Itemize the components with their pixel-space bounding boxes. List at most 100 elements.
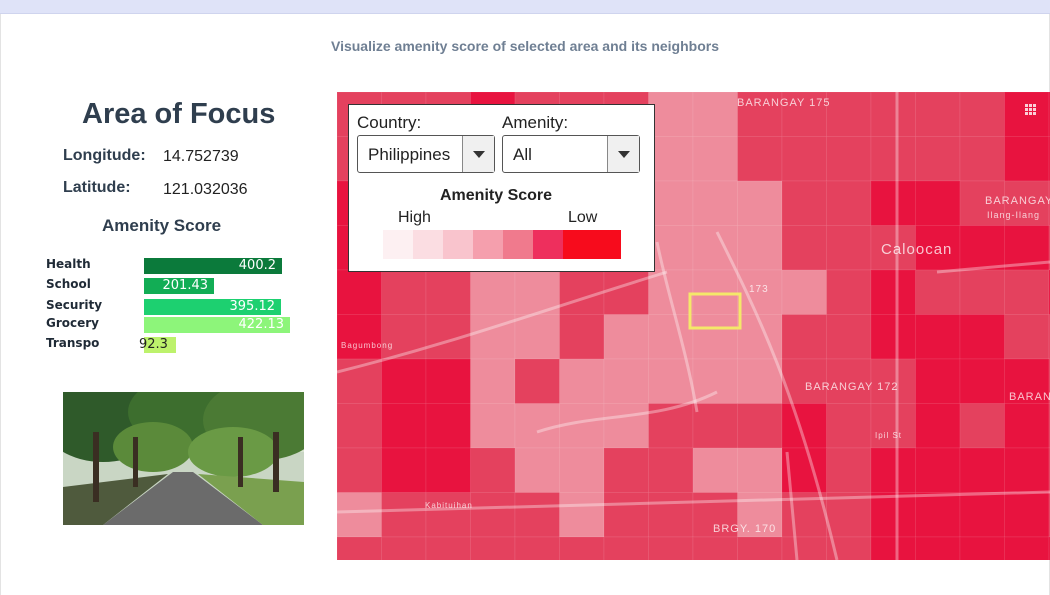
map-grid-cell[interactable] — [470, 358, 516, 404]
amenity-select[interactable]: All — [502, 135, 640, 173]
map-grid-cell[interactable] — [737, 136, 783, 182]
map-grid-cell[interactable] — [514, 403, 560, 449]
map-grid-cell[interactable] — [870, 447, 916, 493]
map-grid-cell[interactable] — [470, 492, 516, 538]
map-grid-cell[interactable] — [737, 536, 783, 560]
map-grid-cell[interactable] — [959, 492, 1005, 538]
map-grid-cell[interactable] — [559, 492, 605, 538]
map-grid-cell[interactable] — [870, 269, 916, 315]
map-grid-cell[interactable] — [470, 269, 516, 315]
map-grid-cell[interactable] — [737, 447, 783, 493]
map-grid-cell[interactable] — [648, 447, 694, 493]
map-grid-cell[interactable] — [826, 136, 872, 182]
map-grid-cell[interactable] — [870, 403, 916, 449]
map-grid-cell[interactable] — [915, 180, 961, 226]
map-grid-cell[interactable] — [603, 536, 649, 560]
map-grid-cell[interactable] — [470, 536, 516, 560]
map-grid-cell[interactable] — [514, 492, 560, 538]
map-grid-cell[interactable] — [781, 180, 827, 226]
map-grid-cell[interactable] — [737, 225, 783, 271]
map-grid-cell[interactable] — [959, 358, 1005, 404]
map-grid-cell[interactable] — [959, 92, 1005, 137]
map-grid-cell[interactable] — [781, 136, 827, 182]
map-grid-cell[interactable] — [648, 314, 694, 360]
map-grid-cell[interactable] — [737, 180, 783, 226]
map-grid-cell[interactable] — [648, 536, 694, 560]
map-grid-cell[interactable] — [692, 225, 738, 271]
map-grid-cell[interactable] — [559, 269, 605, 315]
map-grid-cell[interactable] — [470, 447, 516, 493]
map-grid-cell[interactable] — [826, 314, 872, 360]
map-grid-cell[interactable] — [381, 492, 427, 538]
map-grid-cell[interactable] — [692, 536, 738, 560]
map-grid-cell[interactable] — [1004, 269, 1050, 315]
map-grid-cell[interactable] — [870, 314, 916, 360]
map-grid-cell[interactable] — [915, 314, 961, 360]
map-grid-cell[interactable] — [425, 358, 471, 404]
map-grid-cell[interactable] — [514, 536, 560, 560]
map-grid-cell[interactable] — [559, 536, 605, 560]
map-grid-cell[interactable] — [425, 269, 471, 315]
map-grid-cell[interactable] — [514, 314, 560, 360]
country-select[interactable]: Philippines — [357, 135, 495, 173]
map-grid-cell[interactable] — [915, 447, 961, 493]
map-grid-cell[interactable] — [648, 492, 694, 538]
map-grid-cell[interactable] — [959, 225, 1005, 271]
map-grid-cell[interactable] — [781, 269, 827, 315]
map-grid-cell[interactable] — [692, 136, 738, 182]
map-grid-cell[interactable] — [870, 136, 916, 182]
map-grid-cell[interactable] — [959, 136, 1005, 182]
map-grid-cell[interactable] — [559, 358, 605, 404]
map-grid-cell[interactable] — [915, 358, 961, 404]
map-grid-cell[interactable] — [1004, 536, 1050, 560]
map-grid-cell[interactable] — [959, 314, 1005, 360]
map-grid-cell[interactable] — [337, 314, 382, 360]
map-grid-cell[interactable] — [337, 536, 382, 560]
map-grid-cell[interactable] — [826, 269, 872, 315]
map-grid-cell[interactable] — [959, 403, 1005, 449]
map-grid-cell[interactable] — [1004, 447, 1050, 493]
map-grid-cell[interactable] — [337, 492, 382, 538]
map-grid-cell[interactable] — [425, 403, 471, 449]
map-grid-cell[interactable] — [381, 536, 427, 560]
map-grid-cell[interactable] — [737, 358, 783, 404]
map-grid-cell[interactable] — [559, 447, 605, 493]
map-grid-cell[interactable] — [470, 403, 516, 449]
chevron-down-icon[interactable] — [462, 136, 494, 172]
map-grid-cell[interactable] — [959, 269, 1005, 315]
map-grid-cell[interactable] — [381, 269, 427, 315]
map-grid-cell[interactable] — [1004, 492, 1050, 538]
map-grid-cell[interactable] — [514, 358, 560, 404]
map-grid-cell[interactable] — [692, 403, 738, 449]
map-grid-cell[interactable] — [692, 314, 738, 360]
map-grid-cell[interactable] — [959, 447, 1005, 493]
map-grid-cell[interactable] — [648, 136, 694, 182]
map-grid-cell[interactable] — [381, 314, 427, 360]
map-grid-cell[interactable] — [381, 403, 427, 449]
map-grid-cell[interactable] — [381, 358, 427, 404]
map-grid-cell[interactable] — [781, 536, 827, 560]
map-grid-cell[interactable] — [826, 180, 872, 226]
map-grid-cell[interactable] — [870, 92, 916, 137]
map-grid-cell[interactable] — [826, 447, 872, 493]
map-grid-cell[interactable] — [692, 269, 738, 315]
map-grid-cell[interactable] — [915, 92, 961, 137]
map-grid-cell[interactable] — [915, 536, 961, 560]
map-grid-cell[interactable] — [870, 536, 916, 560]
map-grid-cell[interactable] — [781, 314, 827, 360]
map-grid-cell[interactable] — [959, 536, 1005, 560]
map-grid-cell[interactable] — [870, 492, 916, 538]
map-grid-cell[interactable] — [603, 314, 649, 360]
map-grid-cell[interactable] — [425, 447, 471, 493]
map-grid-cell[interactable] — [337, 403, 382, 449]
map-grid-cell[interactable] — [692, 180, 738, 226]
map-grid-cell[interactable] — [826, 225, 872, 271]
map-grid-cell[interactable] — [692, 92, 738, 137]
map-grid-cell[interactable] — [737, 403, 783, 449]
map-grid-cell[interactable] — [337, 447, 382, 493]
map-grid-cell[interactable] — [337, 269, 382, 315]
map-grid-cell[interactable] — [603, 269, 649, 315]
grid-menu-icon[interactable] — [1025, 104, 1036, 115]
map-grid-cell[interactable] — [692, 358, 738, 404]
map-grid-cell[interactable] — [826, 92, 872, 137]
